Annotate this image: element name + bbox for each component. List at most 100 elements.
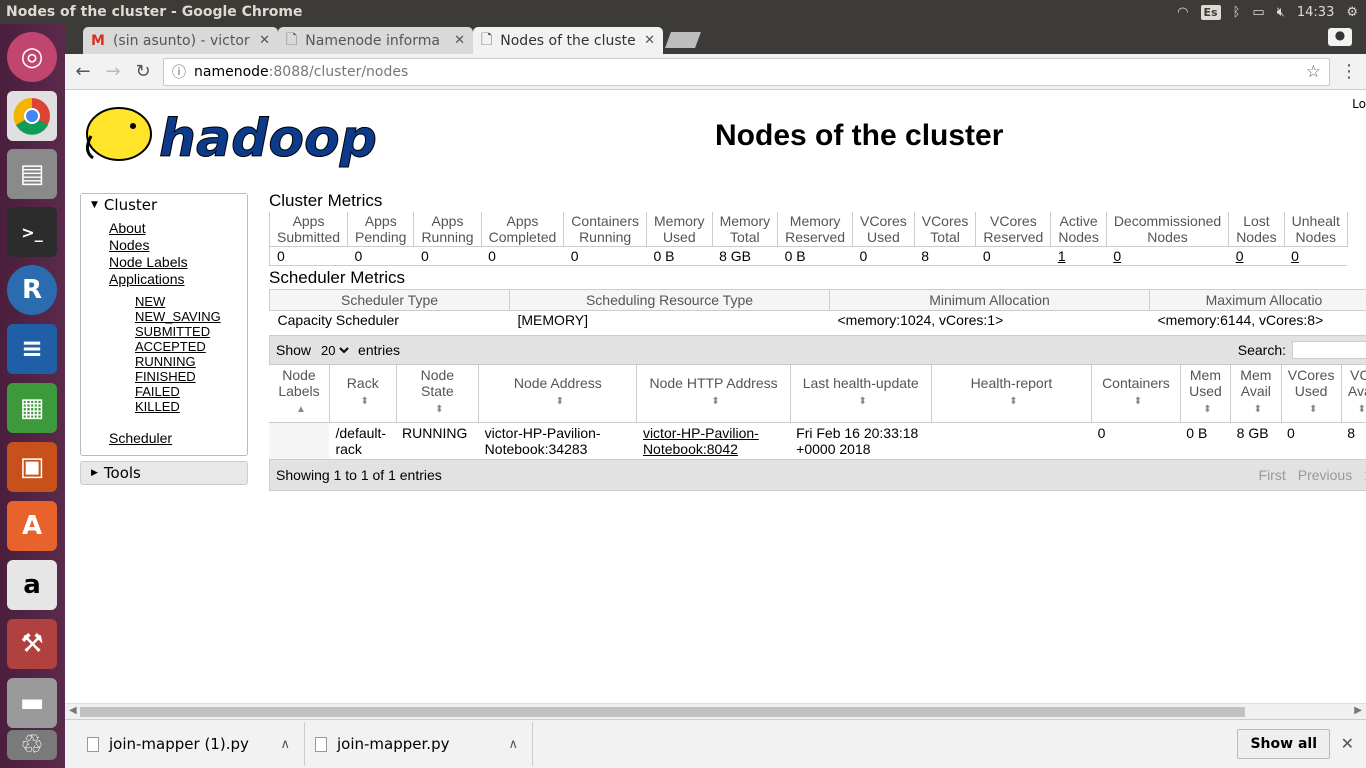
- table-cell: /default-rack: [329, 423, 396, 460]
- files-icon[interactable]: ▤: [7, 149, 57, 199]
- sort-icon[interactable]: ⬍: [556, 396, 564, 407]
- pager-previous[interactable]: Previous: [1298, 467, 1352, 483]
- close-icon[interactable]: ✕: [454, 33, 465, 48]
- column-header[interactable]: Node HTTP Address ⬍: [636, 365, 791, 423]
- close-icon[interactable]: ✕: [644, 33, 655, 48]
- gear-icon[interactable]: ⚙: [1346, 5, 1358, 20]
- sort-icon[interactable]: ⬍: [1009, 396, 1017, 407]
- back-icon[interactable]: ←: [73, 61, 93, 82]
- column-header[interactable]: Node Labels ▲: [269, 365, 330, 423]
- bluetooth-icon[interactable]: ᛒ: [1233, 5, 1241, 20]
- metric-header-line: Apps: [364, 213, 397, 229]
- sort-icon[interactable]: ⬍: [1309, 404, 1317, 415]
- app-state-accepted[interactable]: ACCEPTED: [135, 339, 247, 354]
- drive-icon[interactable]: ▬: [7, 678, 57, 728]
- ubuntu-dash-icon[interactable]: ◎: [7, 32, 57, 82]
- battery-icon[interactable]: ▭: [1252, 5, 1264, 20]
- column-header[interactable]: Health-report ⬍: [931, 365, 1093, 423]
- metric-value[interactable]: 0: [1113, 248, 1121, 264]
- info-icon[interactable]: ⓘ: [172, 62, 186, 82]
- entries-select[interactable]: 20: [317, 341, 353, 359]
- tab-namenode[interactable]: 🗋︎ Namenode informa ✕: [278, 27, 473, 54]
- sort-icon[interactable]: ▲: [296, 404, 306, 415]
- nav-link-node-labels[interactable]: Node Labels: [109, 254, 247, 271]
- app-state-new-saving[interactable]: NEW_SAVING: [135, 309, 247, 324]
- sort-icon[interactable]: ⬍: [711, 396, 719, 407]
- show-all-button[interactable]: Show all: [1237, 729, 1330, 759]
- column-header[interactable]: Last health-update ⬍: [790, 365, 932, 423]
- writer-icon[interactable]: ≡: [7, 324, 57, 374]
- scroll-right-icon[interactable]: ▶: [1354, 705, 1362, 716]
- scroll-left-icon[interactable]: ◀: [69, 705, 77, 716]
- metric-header-line: VCores: [860, 213, 907, 229]
- wifi-icon[interactable]: ◠: [1177, 5, 1188, 20]
- nav-link-scheduler[interactable]: Scheduler: [109, 430, 247, 447]
- app-state-submitted[interactable]: SUBMITTED: [135, 324, 247, 339]
- column-header[interactable]: VCores Used ⬍: [1281, 365, 1342, 423]
- r-icon[interactable]: R: [7, 265, 57, 315]
- new-tab-button[interactable]: [665, 32, 701, 48]
- forward-icon[interactable]: →: [103, 61, 123, 82]
- tab-nodes[interactable]: 🗋︎ Nodes of the cluste ✕: [473, 27, 663, 54]
- settings-icon[interactable]: ⚒: [7, 619, 57, 669]
- trash-icon[interactable]: ♲: [7, 730, 57, 760]
- sort-icon[interactable]: ⬍: [1254, 404, 1262, 415]
- column-header[interactable]: Rack ⬍: [329, 365, 397, 423]
- table-footer: Showing 1 to 1 of 1 entries First Previo…: [269, 459, 1366, 491]
- horizontal-scrollbar[interactable]: ◀ ▶: [65, 703, 1366, 719]
- impress-icon[interactable]: ▣: [7, 442, 57, 492]
- volume-muted-icon[interactable]: 🔇︎: [1277, 5, 1285, 20]
- column-header[interactable]: Mem Avail ⬍: [1230, 365, 1282, 423]
- sort-icon[interactable]: ⬍: [859, 396, 867, 407]
- app-state-finished[interactable]: FINISHED: [135, 369, 247, 384]
- node-http-link[interactable]: victor-HP-Pavilion-Notebook:8042: [643, 425, 759, 457]
- profile-icon[interactable]: ●: [1328, 28, 1352, 46]
- terminal-icon[interactable]: >_: [7, 207, 57, 257]
- tab-gmail[interactable]: M (sin asunto) - victor ✕: [83, 27, 278, 54]
- gmail-icon: M: [91, 32, 105, 49]
- app-state-failed[interactable]: FAILED: [135, 384, 247, 399]
- app-state-running[interactable]: RUNNING: [135, 354, 247, 369]
- sort-icon[interactable]: ⬍: [1134, 396, 1142, 407]
- column-header[interactable]: Node Address ⬍: [478, 365, 638, 423]
- close-icon[interactable]: ✕: [1341, 734, 1354, 753]
- chrome-icon[interactable]: [7, 91, 57, 141]
- nav-link-applications[interactable]: Applications: [109, 271, 247, 288]
- search-input[interactable]: [1292, 341, 1366, 359]
- sort-icon[interactable]: ⬍: [1203, 404, 1211, 415]
- cluster-header[interactable]: ▼ Cluster: [81, 194, 247, 216]
- star-icon[interactable]: ☆: [1306, 62, 1321, 82]
- metric-value[interactable]: 0: [1291, 248, 1299, 264]
- column-header[interactable]: VCAva ⬍: [1341, 365, 1366, 423]
- tools-header[interactable]: ▶ Tools: [80, 461, 248, 485]
- calc-icon[interactable]: ▦: [7, 383, 57, 433]
- menu-icon[interactable]: ⋮: [1340, 61, 1358, 82]
- reload-icon[interactable]: ↻: [133, 61, 153, 82]
- download-item[interactable]: join-mapper.py ∧: [313, 722, 533, 766]
- column-header[interactable]: Node State ⬍: [396, 365, 480, 423]
- metric-value[interactable]: 1: [1058, 248, 1066, 264]
- nav-link-about[interactable]: About: [109, 220, 247, 237]
- scrollbar-thumb[interactable]: [80, 707, 1245, 717]
- metric-value[interactable]: 0: [1236, 248, 1244, 264]
- pager-first[interactable]: First: [1259, 467, 1286, 483]
- software-center-icon[interactable]: A: [7, 501, 57, 551]
- app-state-killed[interactable]: KILLED: [135, 399, 247, 414]
- clock[interactable]: 14:33: [1297, 5, 1334, 20]
- sort-icon[interactable]: ⬍: [1358, 404, 1366, 415]
- nav-link-nodes[interactable]: Nodes: [109, 237, 247, 254]
- metric-value: 8: [921, 248, 930, 264]
- close-icon[interactable]: ✕: [259, 33, 270, 48]
- column-header[interactable]: Containers ⬍: [1091, 365, 1181, 423]
- app-state-new[interactable]: NEW: [135, 294, 247, 309]
- sort-icon[interactable]: ⬍: [361, 396, 369, 407]
- address-bar[interactable]: ⓘ namenode:8088/cluster/nodes ☆: [163, 57, 1330, 86]
- cell-value: 0 B: [1186, 425, 1208, 441]
- sort-icon[interactable]: ⬍: [435, 404, 443, 415]
- download-item[interactable]: join-mapper (1).py ∧: [85, 722, 305, 766]
- amazon-icon[interactable]: a: [7, 560, 57, 610]
- chevron-up-icon[interactable]: ∧: [280, 737, 290, 752]
- chevron-up-icon[interactable]: ∧: [508, 737, 518, 752]
- column-header[interactable]: Mem Used ⬍: [1180, 365, 1232, 423]
- keyboard-layout-indicator[interactable]: Es: [1200, 4, 1221, 20]
